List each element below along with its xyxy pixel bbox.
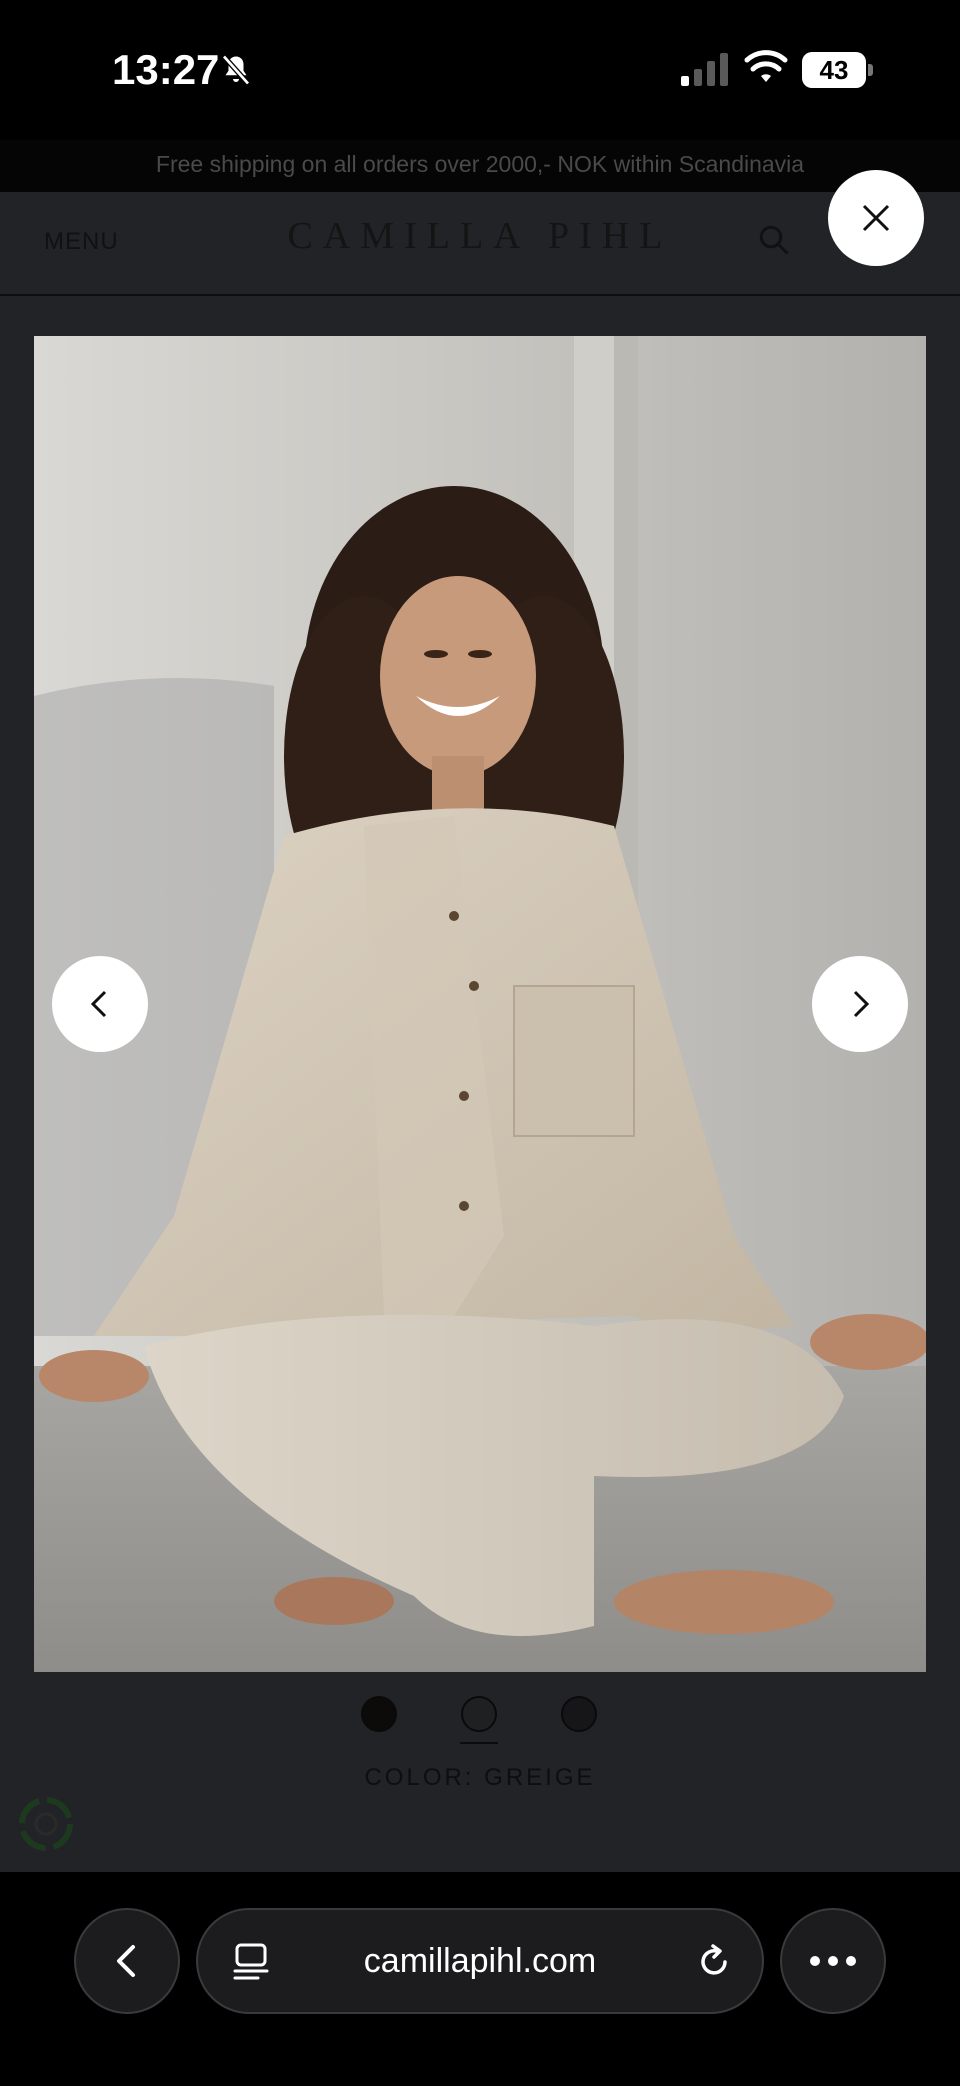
promo-bar: Free shipping on all orders over 2000,- … bbox=[0, 140, 960, 192]
recycle-icon[interactable] bbox=[16, 1794, 76, 1854]
next-image-button[interactable] bbox=[812, 956, 908, 1052]
status-bar: 13:27 43 bbox=[0, 0, 960, 140]
signal-icon bbox=[681, 53, 728, 86]
brand-logo[interactable]: CAMILLA PIHL bbox=[0, 214, 960, 258]
swatch-selected-underline bbox=[460, 1742, 498, 1744]
wifi-icon bbox=[744, 50, 788, 82]
bell-slash-icon bbox=[222, 54, 250, 86]
reload-icon[interactable] bbox=[694, 1942, 734, 1982]
battery-cap bbox=[868, 64, 873, 76]
prev-image-button[interactable] bbox=[52, 956, 148, 1052]
swatch-1[interactable] bbox=[361, 1696, 397, 1732]
product-photo-illustration bbox=[34, 336, 926, 1672]
site-header: MENU CAMILLA PIHL bbox=[0, 192, 960, 296]
close-icon bbox=[862, 204, 890, 232]
battery-level: 43 bbox=[819, 55, 849, 85]
chevron-left-icon bbox=[90, 990, 107, 1018]
search-icon[interactable] bbox=[756, 222, 792, 258]
browser-back-button[interactable] bbox=[74, 1908, 180, 2014]
color-label: COLOR: GREIGE bbox=[364, 1764, 596, 1791]
url-text: camillapihl.com bbox=[363, 1942, 597, 1980]
more-icon bbox=[810, 1956, 856, 1966]
more-button[interactable] bbox=[780, 1908, 886, 2014]
color-swatches bbox=[0, 1696, 960, 1744]
address-bar[interactable]: camillapihl.com bbox=[196, 1908, 764, 2014]
chevron-right-icon bbox=[853, 990, 870, 1018]
swatch-3[interactable] bbox=[561, 1696, 597, 1732]
status-time: 13:27 bbox=[112, 46, 220, 93]
swatch-2[interactable] bbox=[461, 1696, 497, 1732]
chevron-left-icon bbox=[117, 1945, 135, 1977]
close-button[interactable] bbox=[828, 170, 924, 266]
browser-toolbar: camillapihl.com bbox=[0, 1872, 960, 2086]
product-image bbox=[34, 336, 926, 1672]
battery-indicator: 43 bbox=[802, 52, 874, 88]
